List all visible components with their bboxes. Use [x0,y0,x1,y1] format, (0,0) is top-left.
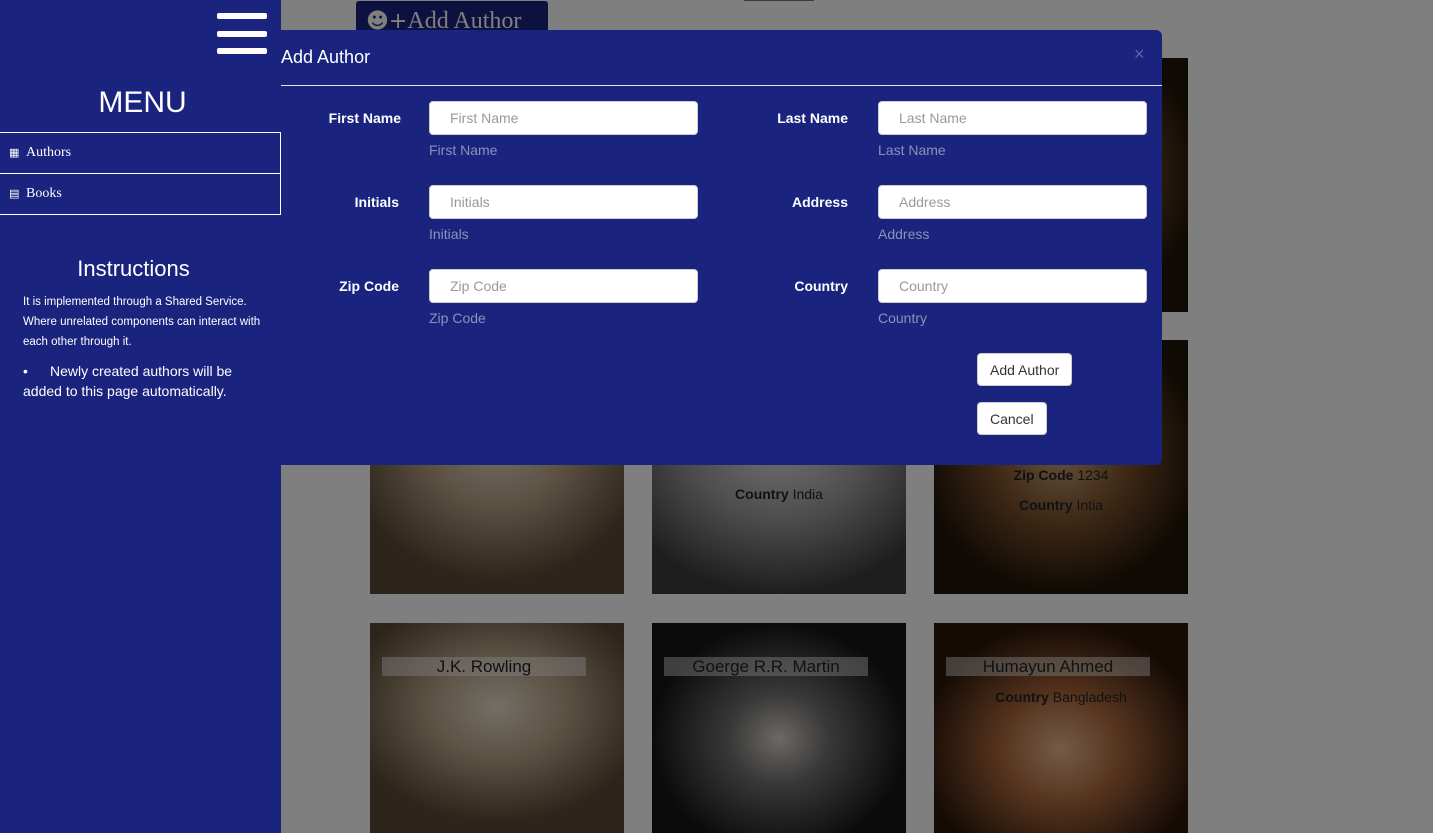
sidebar-item-label: Authors [26,145,72,160]
instructions-title: Instructions [77,256,190,281]
country-label: Country [794,278,848,294]
sidebar-item-label: Books [26,186,62,201]
instructions-paragraph: It is implemented through a Shared Servi… [23,296,261,348]
cancel-button[interactable]: Cancel [977,402,1047,435]
bullet-icon: • [23,363,28,379]
last-name-label: Last Name [777,110,848,126]
hamburger-menu-icon[interactable] [217,13,267,55]
zip-code-help: Zip Code [429,310,486,326]
initials-label: Initials [354,194,399,210]
sidebar-item-books[interactable]: ▤ Books [0,174,280,214]
sidebar: MENU ▦ Authors ▤ Books Instructions It is … [0,0,281,833]
add-author-submit-button[interactable]: Add Author [977,353,1073,386]
book-icon: ▤ [9,187,20,200]
modal-title: Add Author [281,47,371,67]
initials-field[interactable] [429,185,698,219]
menu-title: MENU [98,86,187,119]
modal-divider [281,85,1162,86]
address-help: Address [878,226,930,242]
instructions-bullet-text: Newly created authors will be added to t… [23,363,233,399]
sidebar-item-authors[interactable]: ▦ Authors [0,133,280,174]
first-name-label: First Name [328,110,401,126]
zip-code-field[interactable] [429,269,698,303]
close-icon[interactable]: × [1134,44,1145,65]
country-field[interactable] [878,269,1147,303]
address-book-icon: ▦ [9,146,20,159]
last-name-field[interactable] [878,101,1147,135]
first-name-field[interactable] [429,101,698,135]
initials-help: Initials [429,226,469,242]
first-name-help: First Name [429,142,498,158]
instructions-bullet: • Newly created authors will be added to … [23,361,263,401]
add-author-modal: Add Author × First Name First Name Last … [281,30,1162,465]
address-label: Address [791,194,848,210]
country-help: Country [878,310,928,326]
menu-list: ▦ Authors ▤ Books [0,132,281,215]
last-name-help: Last Name [878,142,946,158]
zip-code-label: Zip Code [339,278,399,294]
address-field[interactable] [878,185,1147,219]
